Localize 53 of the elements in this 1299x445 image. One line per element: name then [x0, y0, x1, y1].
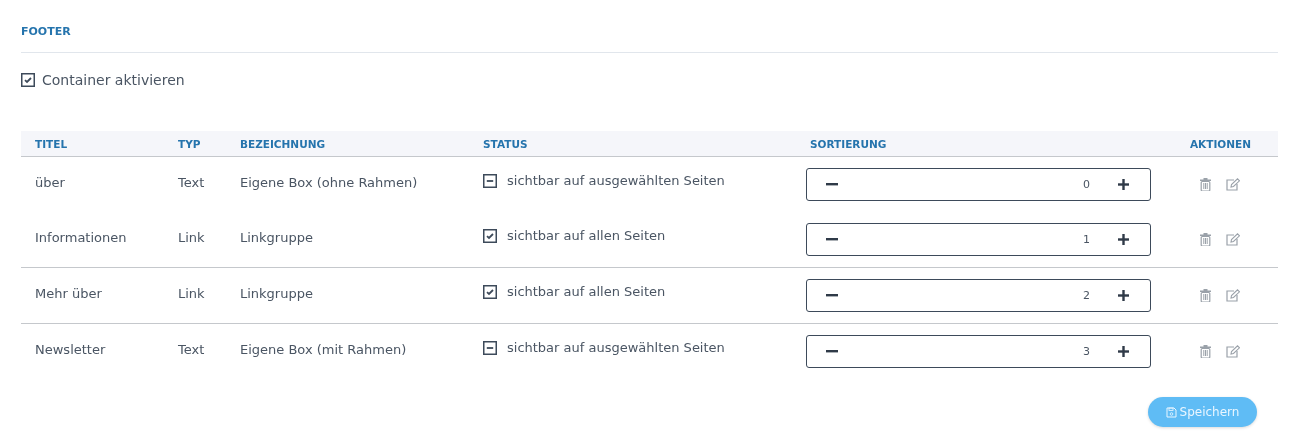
table-cell-text: Linkgruppe — [240, 285, 314, 301]
minus-icon — [826, 294, 838, 297]
sort-value: 3 — [1082, 345, 1090, 358]
sort-value: 1 — [1082, 233, 1090, 246]
status-text: sichtbar auf ausgewählten Seiten — [507, 340, 725, 355]
table-cell-text: Eigene Box (mit Rahmen) — [240, 341, 408, 357]
table-cell-text: Eigene Box (ohne Rahmen) — [240, 174, 419, 190]
trash-icon[interactable] — [1200, 178, 1211, 191]
column-header: SORTIERUNG — [810, 137, 888, 150]
table-cell-text: Text — [178, 341, 206, 357]
indeterminate-checkbox[interactable] — [483, 340, 497, 355]
checkbox[interactable] — [483, 284, 497, 299]
increment-button[interactable] — [1116, 177, 1130, 192]
table-cell-text: Informationen — [35, 229, 128, 245]
increment-button[interactable] — [1116, 288, 1130, 303]
plus-icon — [1117, 290, 1129, 301]
table-cell-text: Link — [178, 229, 206, 245]
increment-button[interactable] — [1116, 344, 1130, 359]
sort-value: 0 — [1082, 178, 1090, 191]
table-cell-text: Text — [178, 174, 206, 190]
column-header: AKTIONEN — [1189, 137, 1252, 150]
status-text: sichtbar auf allen Seiten — [507, 284, 666, 299]
plus-icon — [1117, 346, 1129, 357]
column-header: TYP — [178, 137, 202, 150]
sort-stepper[interactable]: 2 — [806, 279, 1151, 312]
sort-stepper[interactable]: 1 — [806, 223, 1151, 256]
plus-icon — [1117, 179, 1129, 190]
checkbox[interactable] — [483, 228, 497, 243]
table-cell-text: Link — [178, 285, 206, 301]
table-cell-text: Linkgruppe — [240, 229, 314, 245]
trash-icon[interactable] — [1200, 289, 1211, 302]
trash-icon[interactable] — [1200, 345, 1211, 358]
sort-stepper[interactable]: 3 — [806, 335, 1151, 368]
indeterminate-checkbox[interactable] — [483, 173, 497, 188]
section-title: FOOTER — [21, 0, 1278, 53]
table-cell-text: Mehr über — [35, 285, 103, 301]
plus-icon — [1117, 234, 1129, 245]
increment-button[interactable] — [1116, 232, 1130, 247]
minus-icon — [826, 238, 838, 241]
trash-icon[interactable] — [1200, 233, 1211, 246]
checkbox[interactable] — [21, 73, 35, 87]
column-header: BEZEICHNUNG — [240, 137, 327, 150]
table-cell-text: über — [35, 174, 66, 190]
minus-icon — [826, 350, 838, 353]
status-text: sichtbar auf ausgewählten Seiten — [507, 173, 725, 188]
checkbox-label: Container aktivieren — [42, 72, 185, 88]
column-header: STATUS — [483, 137, 529, 150]
minus-icon — [826, 183, 838, 186]
column-header: TITEL — [35, 137, 69, 150]
table-cell-text: Newsletter — [35, 341, 107, 357]
status-text: sichtbar auf allen Seiten — [507, 228, 666, 243]
sort-value: 2 — [1082, 289, 1090, 302]
sort-stepper[interactable]: 0 — [806, 168, 1151, 201]
